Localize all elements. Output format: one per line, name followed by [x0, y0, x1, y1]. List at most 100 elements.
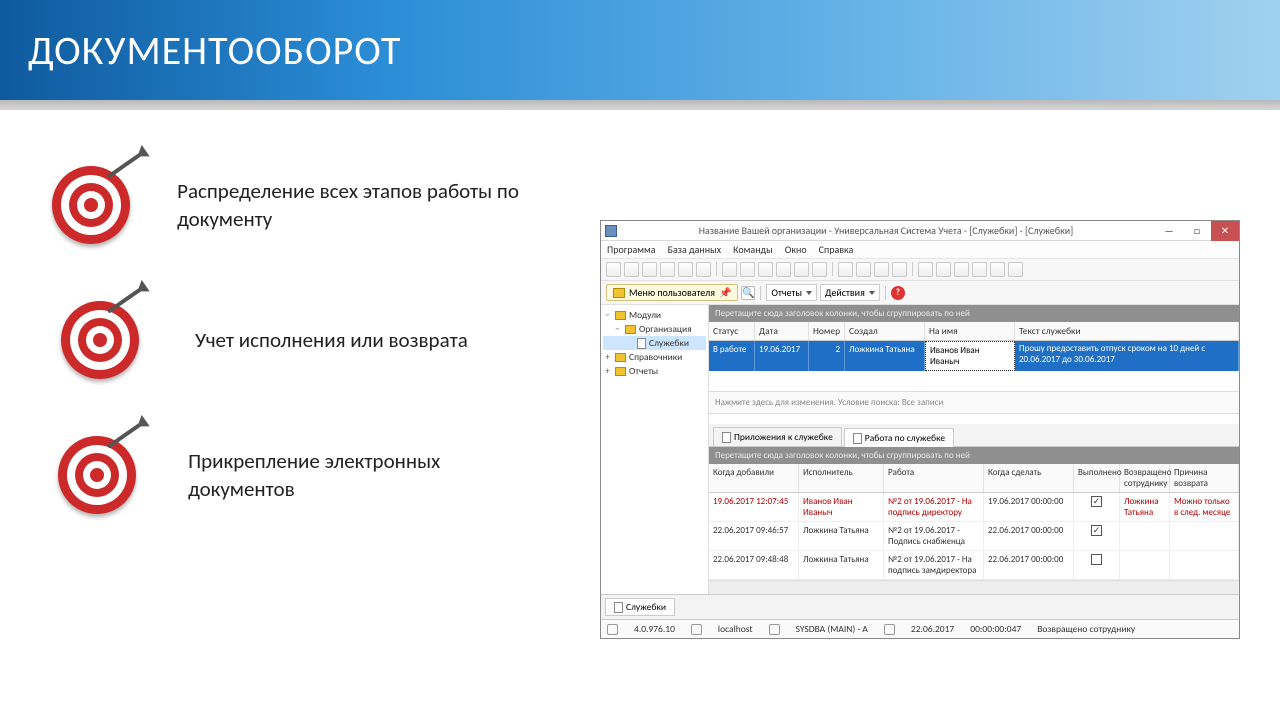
- footer-tab-memos[interactable]: Служебки: [605, 598, 675, 616]
- grid2-row[interactable]: 22.06.2017 09:48:48Ложкина Татьяна№2 от …: [709, 551, 1239, 580]
- toolbar-button[interactable]: [758, 262, 773, 277]
- folder-icon: [613, 288, 625, 298]
- col-header[interactable]: На имя: [925, 322, 1015, 340]
- col-header[interactable]: Возвращено сотруднику: [1120, 464, 1170, 492]
- grid1-row[interactable]: В работе 19.06.2017 2 Ложкина Татьяна Ив…: [709, 341, 1239, 371]
- status-state: Возвращено сотруднику: [1037, 623, 1135, 635]
- reports-dropdown[interactable]: Отчеты: [766, 284, 817, 301]
- close-button[interactable]: ✕: [1211, 221, 1239, 241]
- toolbar-button[interactable]: [954, 262, 969, 277]
- search-condition[interactable]: Нажмите здесь для изменения. Условие пои…: [709, 391, 1239, 414]
- calendar-icon: [884, 624, 895, 635]
- app-window: Название Вашей организации - Универсальн…: [600, 220, 1240, 639]
- col-header[interactable]: Дата: [755, 322, 809, 340]
- group-by-hint[interactable]: Перетащите сюда заголовок колонки, чтобы…: [709, 305, 1239, 322]
- tab-attachments[interactable]: Приложения к служебке: [713, 427, 842, 446]
- menu-item[interactable]: Программа: [607, 243, 656, 256]
- toolbar-button[interactable]: [794, 262, 809, 277]
- window-title: Название Вашей организации - Универсальн…: [617, 224, 1155, 237]
- col-header[interactable]: Причина возврата: [1170, 464, 1239, 492]
- grid1-header: Статус Дата Номер Создал На имя Текст сл…: [709, 322, 1239, 341]
- minimize-button[interactable]: —: [1155, 221, 1183, 241]
- separator: [760, 286, 761, 300]
- checkbox[interactable]: ✓: [1091, 525, 1102, 536]
- toolbar-button[interactable]: [642, 262, 657, 277]
- group-by-hint-2[interactable]: Перетащите сюда заголовок колонки, чтобы…: [709, 447, 1239, 464]
- help-icon[interactable]: ?: [891, 286, 905, 300]
- toolbar-button[interactable]: [918, 262, 933, 277]
- tree-item[interactable]: −Организация: [603, 322, 706, 336]
- toolbar-button[interactable]: [606, 262, 621, 277]
- target-icon: [60, 435, 133, 515]
- toolbar-button[interactable]: [892, 262, 907, 277]
- col-header[interactable]: Номер: [809, 322, 845, 340]
- separator: [832, 262, 833, 276]
- col-header[interactable]: Статус: [709, 322, 755, 340]
- grid2-row[interactable]: 19.06.2017 12:07:45Иванов Иван Иваныч№2 …: [709, 493, 1239, 522]
- col-header[interactable]: Когда сделать: [984, 464, 1074, 492]
- col-header[interactable]: Исполнитель: [799, 464, 884, 492]
- grid2-row[interactable]: 22.06.2017 09:46:57Ложкина Татьяна№2 от …: [709, 522, 1239, 551]
- user-menu-button[interactable]: Меню пользователя 📌: [606, 284, 738, 301]
- slide-title: ДОКУМЕНТООБОРОТ: [28, 26, 401, 75]
- maximize-button[interactable]: □: [1183, 221, 1211, 241]
- toolbar-button[interactable]: [990, 262, 1005, 277]
- bullet-text: Распределение всех этапов работы по доку…: [177, 177, 520, 234]
- user-icon: [769, 624, 780, 635]
- search-icon[interactable]: 🔍: [741, 286, 755, 300]
- checkbox[interactable]: [1091, 554, 1102, 565]
- toolbar-button[interactable]: [696, 262, 711, 277]
- tree-item[interactable]: +Справочники: [603, 350, 706, 364]
- toolbar-button[interactable]: [678, 262, 693, 277]
- bullet-list: Распределение всех этапов работы по доку…: [60, 165, 520, 639]
- document-icon: [853, 433, 862, 444]
- target-icon: [60, 300, 140, 380]
- toolbar-button[interactable]: [874, 262, 889, 277]
- toolbar-button[interactable]: [972, 262, 987, 277]
- status-icon: [607, 624, 618, 635]
- bullet-item: Учет исполнения или возврата: [60, 300, 520, 380]
- actions-dropdown[interactable]: Действия: [820, 284, 880, 301]
- toolbar-button[interactable]: [776, 262, 791, 277]
- menu-item[interactable]: Команды: [733, 243, 773, 256]
- tab-work[interactable]: Работа по служебке: [844, 428, 954, 447]
- col-header[interactable]: Выполнено: [1074, 464, 1120, 492]
- titlebar: Название Вашей организации - Универсальн…: [601, 221, 1239, 241]
- toolbar-button[interactable]: [838, 262, 853, 277]
- divider-bar: [0, 100, 1280, 110]
- bullet-text: Прикрепление электронных документов: [188, 447, 520, 504]
- toolbar-button[interactable]: [812, 262, 827, 277]
- scrollbar[interactable]: [709, 580, 1239, 594]
- tree-root[interactable]: −Модули: [603, 308, 706, 322]
- tree-item-memos[interactable]: Служебки: [603, 336, 706, 350]
- tree-item[interactable]: +Отчеты: [603, 364, 706, 378]
- checkbox[interactable]: ✓: [1091, 496, 1102, 507]
- pin-icon: 📌: [719, 286, 731, 299]
- grid2-header: Когда добавили Исполнитель Работа Когда …: [709, 464, 1239, 493]
- separator: [716, 262, 717, 276]
- col-header[interactable]: Создал: [845, 322, 925, 340]
- toolbar-button[interactable]: [624, 262, 639, 277]
- menu-item[interactable]: База данных: [668, 243, 722, 256]
- folder-icon: [615, 353, 626, 362]
- toolbar-button[interactable]: [722, 262, 737, 277]
- menu-item[interactable]: Справка: [819, 243, 854, 256]
- document-icon: [637, 338, 646, 349]
- toolbar-button[interactable]: [740, 262, 755, 277]
- target-icon: [60, 165, 122, 245]
- toolbar-button[interactable]: [856, 262, 871, 277]
- menu-item[interactable]: Окно: [785, 243, 807, 256]
- separator: [912, 262, 913, 276]
- toolbar-button[interactable]: [660, 262, 675, 277]
- folder-icon: [625, 325, 636, 334]
- toolbar-main: [601, 259, 1239, 281]
- col-header[interactable]: Текст служебки: [1015, 322, 1239, 340]
- status-version: 4.0.976.10: [634, 623, 675, 635]
- col-header[interactable]: Работа: [884, 464, 984, 492]
- grid-pane: Перетащите сюда заголовок колонки, чтобы…: [709, 305, 1239, 594]
- document-icon: [722, 432, 731, 443]
- toolbar-button[interactable]: [1008, 262, 1023, 277]
- toolbar-button[interactable]: [936, 262, 951, 277]
- host-icon: [691, 624, 702, 635]
- col-header[interactable]: Когда добавили: [709, 464, 799, 492]
